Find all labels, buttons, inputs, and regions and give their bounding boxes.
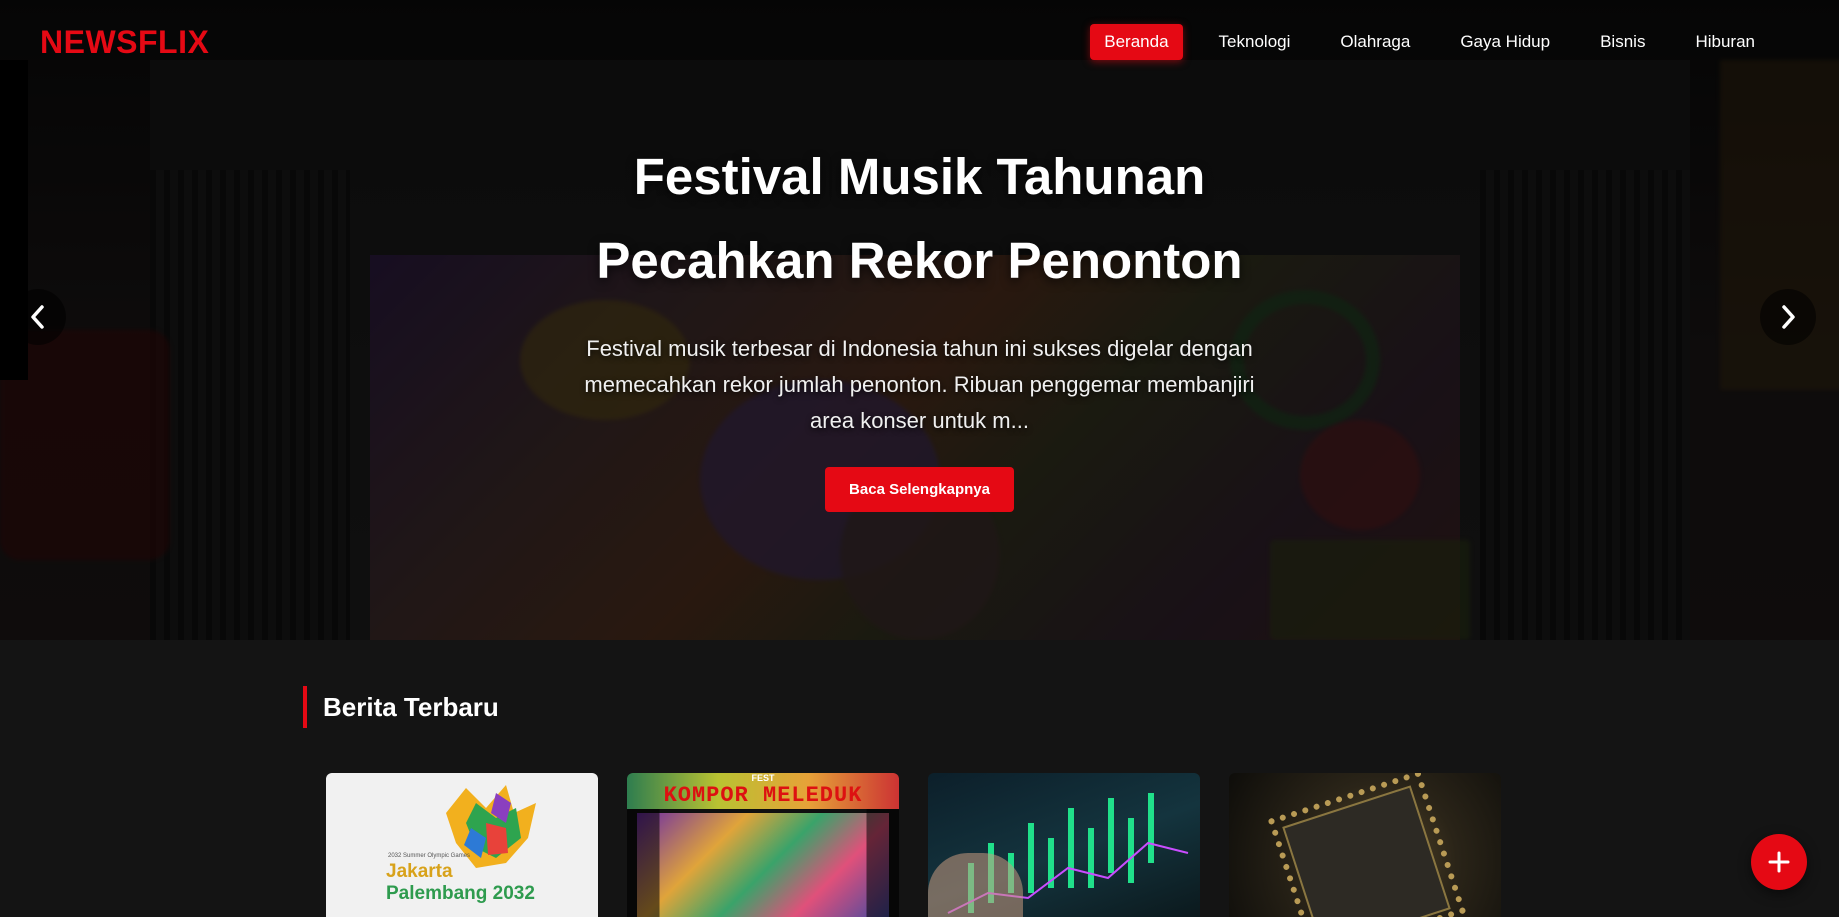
olympic-wordmark: Jakarta Palembang 2032 — [386, 861, 535, 905]
news-card[interactable] — [1229, 773, 1501, 917]
hero-title-line1: Festival Musik Tahunan — [633, 148, 1206, 205]
top-nav: NEWSFLIX Beranda Teknologi Olahraga Gaya… — [0, 0, 1839, 84]
news-card-list: 2032 Summer Olympic Games Jakarta Palemb… — [326, 773, 1501, 917]
hero-content: Festival Musik Tahunan Pecahkan Rekor Pe… — [0, 135, 1839, 512]
hero-description: Festival musik terbesar di Indonesia tah… — [584, 336, 1255, 433]
logo[interactable]: NEWSFLIX — [40, 24, 209, 61]
nav-item-gaya-hidup[interactable]: Gaya Hidup — [1446, 24, 1564, 60]
news-card[interactable]: FEST KOMPOR MELEDUK — [627, 773, 899, 917]
microchip-image — [1229, 773, 1501, 917]
read-more-button[interactable]: Baca Selengkapnya — [825, 467, 1014, 512]
festival-banner-text: KOMPOR MELEDUK — [663, 783, 863, 808]
nav-item-bisnis[interactable]: Bisnis — [1586, 24, 1659, 60]
chevron-left-icon — [31, 305, 44, 329]
carousel-prev-button[interactable] — [10, 289, 66, 345]
olympic-caption: 2032 Summer Olympic Games — [388, 853, 471, 859]
nav-item-olahraga[interactable]: Olahraga — [1326, 24, 1424, 60]
hero-title: Festival Musik Tahunan Pecahkan Rekor Pe… — [0, 135, 1839, 303]
olympic-wordmark-line2: Palembang 2032 — [386, 883, 535, 904]
olympic-wordmark-line1: Jakarta — [386, 861, 453, 882]
carousel-next-button[interactable] — [1760, 289, 1816, 345]
festival-fest-label: FEST — [751, 773, 775, 783]
page: Festival Musik Tahunan Pecahkan Rekor Pe… — [0, 0, 1839, 917]
section-title: Berita Terbaru — [303, 686, 499, 728]
plus-icon — [1768, 851, 1790, 873]
stock-chart-image — [928, 773, 1200, 917]
latest-news-section: Berita Terbaru 2032 Summer Olympic Games… — [0, 640, 1839, 917]
nav-item-beranda[interactable]: Beranda — [1090, 24, 1183, 60]
nav-item-teknologi[interactable]: Teknologi — [1205, 24, 1305, 60]
nav-menu: Beranda Teknologi Olahraga Gaya Hidup Bi… — [1090, 24, 1769, 60]
hero-title-line2: Pecahkan Rekor Penonton — [596, 232, 1243, 289]
chevron-right-icon — [1782, 305, 1795, 329]
news-card[interactable] — [928, 773, 1200, 917]
news-card[interactable]: 2032 Summer Olympic Games Jakarta Palemb… — [326, 773, 598, 917]
nav-item-hiburan[interactable]: Hiburan — [1681, 24, 1769, 60]
hero-carousel: Festival Musik Tahunan Pecahkan Rekor Pe… — [0, 0, 1839, 640]
add-button[interactable] — [1751, 834, 1807, 890]
